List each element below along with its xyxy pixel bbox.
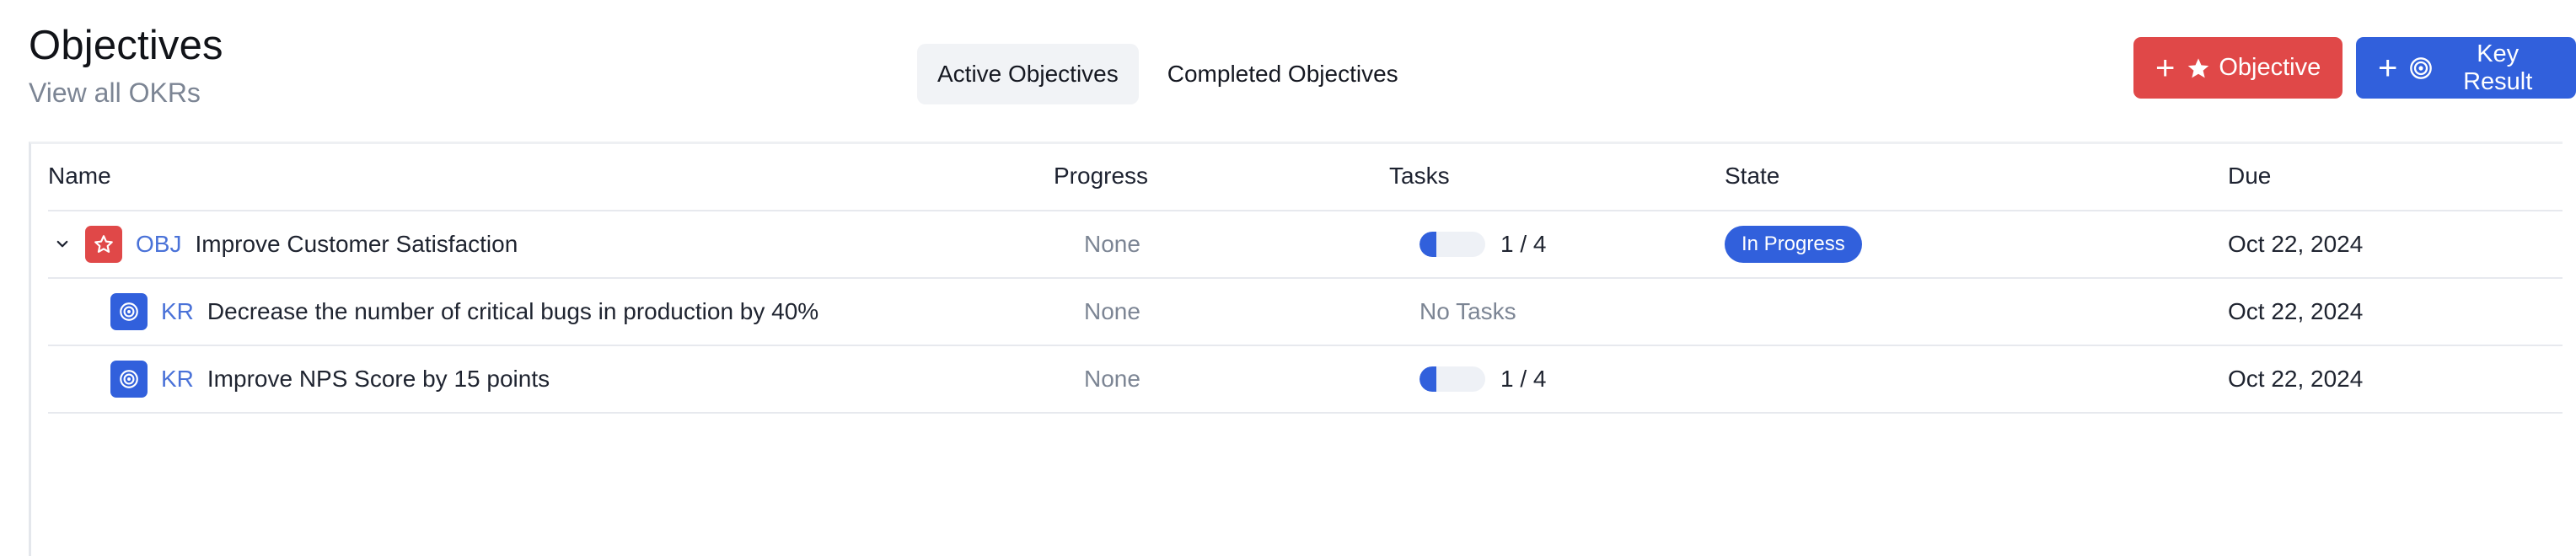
row-progress: None	[1084, 366, 1140, 392]
row-name[interactable]: Decrease the number of critical bugs in …	[207, 298, 818, 325]
column-header-state[interactable]: State	[1725, 163, 1779, 190]
objective-tabs: Active Objectives Completed Objectives	[917, 44, 1419, 104]
column-header-progress[interactable]: Progress	[1054, 163, 1148, 190]
target-icon	[2409, 56, 2433, 80]
row-progress: None	[1084, 231, 1140, 257]
target-icon	[110, 293, 148, 330]
star-icon	[85, 226, 122, 263]
add-objective-button[interactable]: + Objective	[2133, 37, 2343, 99]
tasks-progress-bar	[1419, 232, 1485, 257]
tab-active-objectives[interactable]: Active Objectives	[917, 44, 1139, 104]
plus-icon: +	[2155, 49, 2176, 87]
column-header-due[interactable]: Due	[2228, 163, 2271, 190]
tab-completed-objectives[interactable]: Completed Objectives	[1147, 44, 1419, 104]
row-type-code: OBJ	[136, 231, 182, 257]
add-objective-label: Objective	[2219, 54, 2321, 81]
row-type-code: KR	[161, 366, 194, 392]
target-icon	[110, 361, 148, 398]
row-name[interactable]: Improve NPS Score by 15 points	[207, 366, 550, 393]
status-badge: In Progress	[1725, 226, 1862, 263]
row-tasks-count: 1 / 4	[1500, 231, 1547, 257]
table-row-objective[interactable]: OBJ Improve Customer Satisfaction None 1…	[48, 211, 2563, 279]
tasks-progress-fill	[1419, 366, 1436, 392]
add-key-result-label: Key Result	[2463, 40, 2533, 95]
row-tasks-empty: No Tasks	[1419, 298, 1516, 324]
okr-table: Name Progress Tasks State Due OBJ Improv…	[29, 142, 2563, 556]
star-icon	[2187, 56, 2210, 80]
add-key-result-button[interactable]: + Key Result	[2356, 37, 2576, 99]
plus-icon: +	[2378, 49, 2398, 87]
column-header-name[interactable]: Name	[48, 163, 111, 190]
table-row-key-result[interactable]: KR Improve NPS Score by 15 points None 1…	[48, 346, 2563, 414]
column-header-tasks[interactable]: Tasks	[1389, 163, 1450, 190]
row-due-date: Oct 22, 2024	[2228, 298, 2364, 324]
tasks-progress-bar	[1419, 366, 1485, 392]
tasks-progress-fill	[1419, 232, 1436, 257]
chevron-down-icon[interactable]	[48, 237, 77, 252]
row-type-code: KR	[161, 298, 194, 324]
page-subtitle: View all OKRs	[29, 78, 201, 108]
page-title: Objectives	[29, 23, 223, 68]
row-due-date: Oct 22, 2024	[2228, 366, 2364, 392]
table-row-key-result[interactable]: KR Decrease the number of critical bugs …	[48, 279, 2563, 346]
row-due-date: Oct 22, 2024	[2228, 231, 2364, 257]
row-progress: None	[1084, 298, 1140, 324]
row-tasks-count: 1 / 4	[1500, 366, 1547, 392]
row-name[interactable]: Improve Customer Satisfaction	[195, 231, 518, 258]
